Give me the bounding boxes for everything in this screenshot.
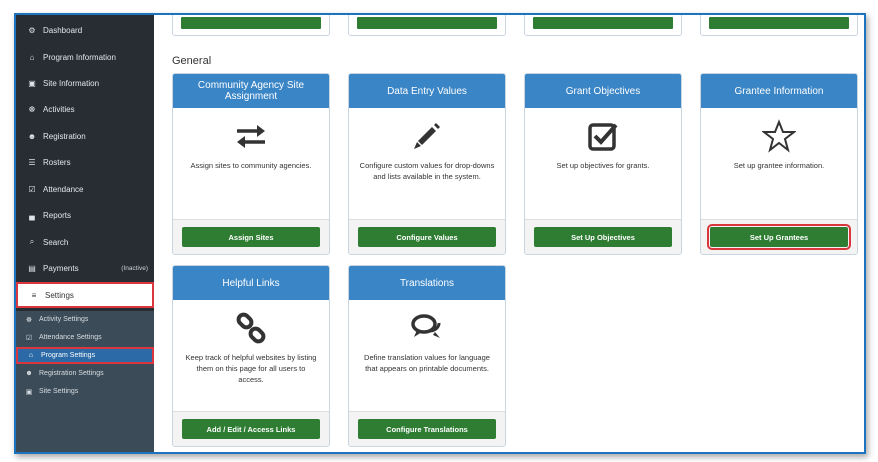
money-icon: ▤ bbox=[28, 263, 36, 273]
card-description: Set up objectives for grants. bbox=[556, 161, 650, 170]
sidebar-item-label: Attendance bbox=[43, 184, 84, 194]
set-up-grantees-button[interactable]: Set Up Grantees bbox=[707, 224, 851, 250]
submenu-item-site-settings[interactable]: ▣ Site Settings bbox=[16, 383, 154, 400]
search-icon: ⌕ bbox=[29, 237, 35, 246]
submenu-item-label: Site Settings bbox=[39, 388, 79, 395]
sidebar-item-label: Rosters bbox=[43, 157, 71, 167]
card-community-agency-site-assignment: Community Agency Site Assignment Assign … bbox=[172, 73, 330, 255]
sidebar-item-search[interactable]: ⌕ Search bbox=[16, 229, 154, 255]
card-translations: Translations Define translation values f… bbox=[348, 265, 506, 447]
section-title: General bbox=[172, 55, 212, 67]
submenu-item-program-settings[interactable]: ⌂ Program Settings bbox=[16, 347, 154, 364]
configure-translations-button[interactable]: Configure Translations bbox=[358, 419, 496, 439]
chain-link-icon bbox=[173, 304, 329, 352]
sidebar-item-label: Registration bbox=[43, 131, 86, 141]
speech-bubbles-icon bbox=[349, 304, 505, 352]
card-partial bbox=[700, 15, 858, 36]
sidebar-item-payments[interactable]: ▤ Payments (Inactive) bbox=[16, 255, 154, 281]
submenu-item-registration-settings[interactable]: ☻ Registration Settings bbox=[16, 365, 154, 382]
card-button-partial[interactable] bbox=[181, 17, 321, 29]
exchange-arrows-icon bbox=[173, 112, 329, 160]
submenu-item-label: Activity Settings bbox=[39, 316, 89, 323]
sidebar-item-attendance[interactable]: ☑ Attendance bbox=[16, 176, 154, 202]
sidebar-item-dashboard[interactable]: ⚙ Dashboard bbox=[16, 17, 154, 43]
sidebar-item-label: Dashboard bbox=[43, 25, 83, 35]
sidebar-item-label: Search bbox=[43, 237, 69, 247]
card-title: Helpful Links bbox=[173, 266, 329, 300]
building-icon: ▣ bbox=[28, 78, 36, 88]
sidebar-item-registration[interactable]: ☻ Registration bbox=[16, 123, 154, 149]
bank-icon: ⌂ bbox=[28, 352, 34, 359]
card-title: Data Entry Values bbox=[349, 74, 505, 108]
card-partial bbox=[524, 15, 682, 36]
card-description: Set up grantee information. bbox=[733, 161, 825, 170]
sidebar-item-label: Activities bbox=[43, 104, 75, 114]
sidebar-item-program-information[interactable]: ⌂ Program Information bbox=[16, 44, 154, 70]
card-button-partial[interactable] bbox=[709, 17, 849, 29]
submenu-item-label: Attendance Settings bbox=[39, 334, 102, 341]
sidebar: ⚙ Dashboard ⌂ Program Information ▣ Site… bbox=[16, 15, 154, 452]
set-up-objectives-button[interactable]: Set Up Objectives bbox=[534, 227, 672, 247]
star-outline-icon bbox=[701, 112, 857, 160]
inactive-badge: (Inactive) bbox=[121, 264, 148, 272]
card-data-entry-values: Data Entry Values Configure custom value… bbox=[348, 73, 506, 255]
sidebar-item-label: Reports bbox=[43, 210, 72, 220]
list-icon: ☰ bbox=[28, 157, 36, 167]
chart-icon: ▄ bbox=[29, 210, 35, 220]
add-edit-access-links-button[interactable]: Add / Edit / Access Links bbox=[182, 419, 320, 439]
sidebar-item-label: Site Information bbox=[43, 78, 100, 88]
sidebar-item-activities[interactable]: ☸ Activities bbox=[16, 96, 154, 122]
users-icon: ☻ bbox=[27, 131, 37, 141]
card-description: Keep track of helpful websites by listin… bbox=[185, 353, 317, 384]
submenu-item-label: Program Settings bbox=[41, 352, 96, 359]
sidebar-item-label: Payments bbox=[43, 263, 79, 273]
sidebar-item-site-information[interactable]: ▣ Site Information bbox=[16, 70, 154, 96]
submenu-item-activity-settings[interactable]: ☸ Activity Settings bbox=[16, 311, 154, 328]
card-helpful-links: Helpful Links Keep track of helpful webs… bbox=[172, 265, 330, 447]
sidebar-item-label: Program Information bbox=[43, 52, 116, 62]
sidebar-item-label: Settings bbox=[45, 290, 74, 300]
calendar-check-icon: ☑ bbox=[28, 184, 36, 194]
dashboard-icon: ⚙ bbox=[28, 25, 36, 35]
app-window: ⚙ Dashboard ⌂ Program Information ▣ Site… bbox=[14, 13, 866, 454]
bank-icon: ⌂ bbox=[29, 52, 35, 62]
sidebar-item-settings[interactable]: ≡ Settings bbox=[16, 282, 154, 308]
building-icon: ▣ bbox=[25, 388, 33, 396]
card-footer: Set Up Objectives bbox=[525, 219, 681, 254]
users-icon: ☻ bbox=[25, 370, 33, 377]
checkbox-checked-icon bbox=[525, 112, 681, 160]
card-partial bbox=[348, 15, 506, 36]
activities-icon: ☸ bbox=[25, 316, 33, 324]
submenu-item-attendance-settings[interactable]: ☑ Attendance Settings bbox=[16, 329, 154, 346]
card-button-partial[interactable] bbox=[533, 17, 673, 29]
pencil-icon bbox=[349, 112, 505, 160]
card-title: Translations bbox=[349, 266, 505, 300]
activities-icon: ☸ bbox=[28, 104, 36, 114]
card-title: Community Agency Site Assignment bbox=[173, 74, 329, 108]
card-partial bbox=[172, 15, 330, 36]
main-content: General Community Agency Site Assignment… bbox=[154, 15, 864, 452]
card-footer: Add / Edit / Access Links bbox=[173, 411, 329, 446]
card-grantee-information: Grantee Information Set up grantee infor… bbox=[700, 73, 858, 255]
card-description: Configure custom values for drop-downs a… bbox=[359, 161, 495, 181]
sidebar-item-reports[interactable]: ▄ Reports bbox=[16, 202, 154, 228]
card-description: Assign sites to community agencies. bbox=[190, 161, 312, 170]
submenu-item-label: Registration Settings bbox=[39, 370, 104, 377]
card-footer: Set Up Grantees bbox=[701, 219, 857, 254]
calendar-check-icon: ☑ bbox=[25, 334, 33, 342]
card-title: Grant Objectives bbox=[525, 74, 681, 108]
card-footer: Configure Values bbox=[349, 219, 505, 254]
settings-submenu: ☸ Activity Settings ☑ Attendance Setting… bbox=[16, 311, 154, 452]
card-title: Grantee Information bbox=[701, 74, 857, 108]
sliders-icon: ≡ bbox=[31, 290, 37, 300]
card-footer: Configure Translations bbox=[349, 411, 505, 446]
card-grant-objectives: Grant Objectives Set up objectives for g… bbox=[524, 73, 682, 255]
sidebar-item-rosters[interactable]: ☰ Rosters bbox=[16, 149, 154, 175]
card-footer: Assign Sites bbox=[173, 219, 329, 254]
card-button-partial[interactable] bbox=[357, 17, 497, 29]
assign-sites-button[interactable]: Assign Sites bbox=[182, 227, 320, 247]
configure-values-button[interactable]: Configure Values bbox=[358, 227, 496, 247]
card-description: Define translation values for language t… bbox=[364, 353, 490, 373]
